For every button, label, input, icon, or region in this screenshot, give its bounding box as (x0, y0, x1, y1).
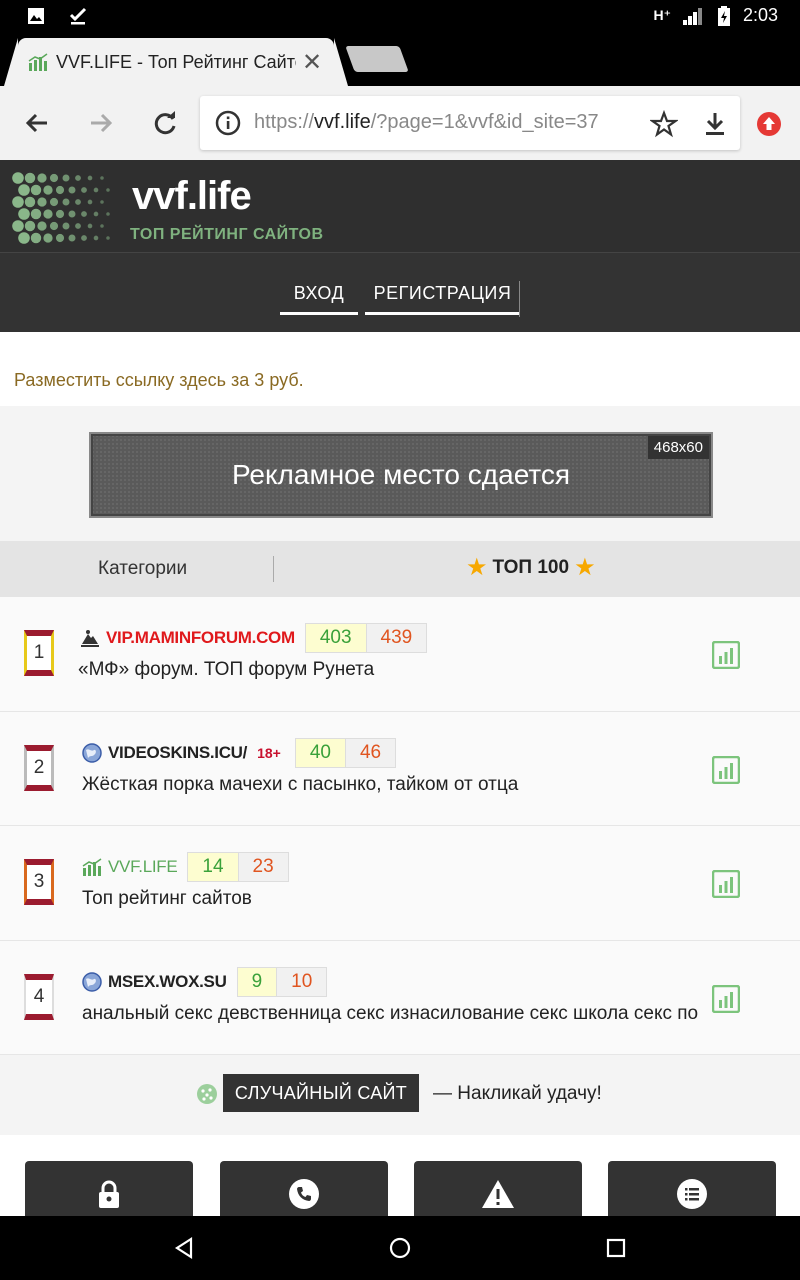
extension-icon[interactable] (756, 111, 782, 137)
banner-area: Рекламное место сдается 468x60 (0, 406, 800, 541)
list-button[interactable] (608, 1161, 776, 1221)
status-bar: H⁺ 2:03 (0, 0, 800, 32)
hits-counter: 14 23 (187, 852, 289, 882)
warning-icon (482, 1180, 514, 1208)
random-site-button[interactable]: СЛУЧАЙНЫЙ САЙТ (223, 1074, 419, 1112)
stats-icon[interactable] (712, 870, 740, 898)
hits-counter: 40 46 (294, 737, 397, 768)
lock-icon (99, 1180, 119, 1208)
globe-icon (82, 971, 102, 992)
close-tab-icon[interactable]: ✕ (302, 48, 322, 77)
tab-top100[interactable]: ★ ТОП 100 ★ (466, 556, 596, 580)
site-name[interactable]: vvf.life (132, 174, 252, 219)
rank-badge: 1 (24, 630, 54, 676)
stats-icon[interactable] (712, 984, 740, 1013)
nav-divider (519, 281, 520, 317)
banner-text: Рекламное место сдается (231, 459, 571, 490)
report-button[interactable] (414, 1161, 582, 1221)
site-description: Жёсткая порка мачехи с пасынко, тайком о… (82, 773, 519, 795)
site-header: vvf.life ТОП РЕЙТИНГ САЙТОВ (0, 160, 800, 252)
banner-size-label: 468x60 (647, 436, 709, 459)
address-bar[interactable]: https://vvf.life/?page=1&vvf&id_site=37 (200, 96, 740, 150)
url-text: https://vvf.life/?page=1&vvf&id_site=37 (254, 111, 599, 133)
nav-home-icon[interactable] (388, 1236, 412, 1260)
star-icon: ★ (466, 554, 488, 581)
star-icon: ★ (574, 554, 596, 581)
hits-counter: 9 10 (236, 966, 328, 997)
rating-list: 1 VIP.MAMINFORUM.COM 403 439 «МФ» форум.… (0, 597, 800, 1055)
register-link[interactable]: РЕГИСТРАЦИЯ (365, 283, 520, 315)
tab-top100-label: ТОП 100 (492, 557, 570, 578)
rank-badge: 2 (24, 744, 54, 791)
list-item: 3 VVF.LIFE 14 23 Топ рейтинг сайтов (0, 826, 800, 941)
hits-in: 9 (237, 967, 278, 996)
site-domain-link[interactable]: VIDEOSKINS.ICU/ (108, 743, 247, 763)
site-domain-link[interactable]: MSEX.WOX.SU (108, 972, 227, 992)
new-tab-button[interactable] (345, 46, 409, 72)
image-notification-icon (28, 8, 44, 24)
stats-icon[interactable] (712, 641, 740, 669)
globe-icon (82, 742, 102, 763)
stats-icon[interactable] (712, 755, 740, 784)
contact-button[interactable] (220, 1161, 388, 1221)
hits-out: 10 (277, 967, 327, 996)
hits-out: 439 (366, 624, 427, 652)
phone-icon (289, 1179, 319, 1209)
site-domain-link[interactable]: VIP.MAMINFORUM.COM (106, 628, 295, 648)
dice-icon (197, 1084, 217, 1104)
rank-badge: 4 (24, 973, 54, 1020)
network-type: H⁺ (653, 7, 671, 23)
nav-recents-icon[interactable] (604, 1236, 628, 1260)
site-description: Топ рейтинг сайтов (82, 888, 252, 909)
system-navigation-bar (0, 1216, 800, 1280)
battery-icon (717, 5, 730, 26)
back-icon[interactable] (22, 108, 52, 138)
clock: 2:03 (742, 5, 778, 25)
tab-strip: VVF.LIFE - Топ Рейтинг Сайтов ✕ (0, 32, 800, 86)
content-tabs: Категории ★ ТОП 100 ★ (0, 541, 800, 597)
adult-badge: 18+ (257, 744, 281, 761)
random-site-section: СЛУЧАЙНЫЙ САЙТ — Накликай удачу! (0, 1055, 800, 1135)
tab-categories[interactable]: Категории (98, 558, 187, 580)
signal-icon (682, 7, 702, 25)
lock-button[interactable] (25, 1161, 193, 1221)
hits-counter: 403 439 (304, 623, 428, 653)
bookmark-star-icon[interactable] (650, 110, 678, 138)
list-item: 1 VIP.MAMINFORUM.COM 403 439 «МФ» форум.… (0, 597, 800, 712)
nav-back-icon[interactable] (172, 1236, 196, 1260)
tabs-divider (273, 556, 274, 582)
login-link[interactable]: ВХОД (280, 283, 358, 315)
browser-toolbar: https://vvf.life/?page=1&vvf&id_site=37 (0, 86, 800, 160)
forum-logo-icon (81, 630, 99, 647)
browser-tab[interactable]: VVF.LIFE - Топ Рейтинг Сайтов ✕ (4, 38, 348, 86)
reload-icon[interactable] (150, 108, 180, 138)
site-description: анальный секс девственница секс изнасило… (82, 1002, 699, 1024)
list-item: 4 MSEX.WOX.SU 9 10 анальный секс девстве… (0, 941, 800, 1055)
site-domain-link[interactable]: VVF.LIFE (108, 857, 178, 877)
info-icon[interactable] (214, 109, 242, 137)
ad-banner[interactable]: Рекламное место сдается 468x60 (89, 432, 713, 518)
bottom-actions (0, 1135, 800, 1221)
hits-in: 403 (305, 624, 367, 652)
random-site-caption: — Накликай удачу! (433, 1083, 602, 1104)
hits-in: 40 (295, 738, 346, 767)
rank-badge: 3 (24, 859, 54, 905)
hits-in: 14 (188, 853, 239, 881)
site-favicon-icon (82, 858, 102, 876)
site-tagline: ТОП РЕЙТИНГ САЙТОВ (130, 226, 324, 243)
hits-out: 46 (345, 738, 396, 767)
list-icon (677, 1179, 707, 1209)
site-favicon-icon (28, 53, 48, 71)
hits-out: 23 (238, 853, 288, 881)
forward-icon[interactable] (86, 108, 116, 138)
list-item: 2 VIDEOSKINS.ICU/ 18+ 40 46 Жёсткая порк… (0, 712, 800, 826)
download-done-icon (69, 7, 87, 25)
download-icon[interactable] (702, 110, 728, 138)
logo-graphic (12, 172, 110, 244)
site-description: «МФ» форум. ТОП форум Рунета (78, 659, 375, 680)
tab-title: VVF.LIFE - Топ Рейтинг Сайтов (56, 51, 296, 72)
site-nav: ВХОД РЕГИСТРАЦИЯ (0, 252, 800, 332)
ad-placement-link[interactable]: Разместить ссылку здесь за 3 руб. (14, 370, 304, 391)
